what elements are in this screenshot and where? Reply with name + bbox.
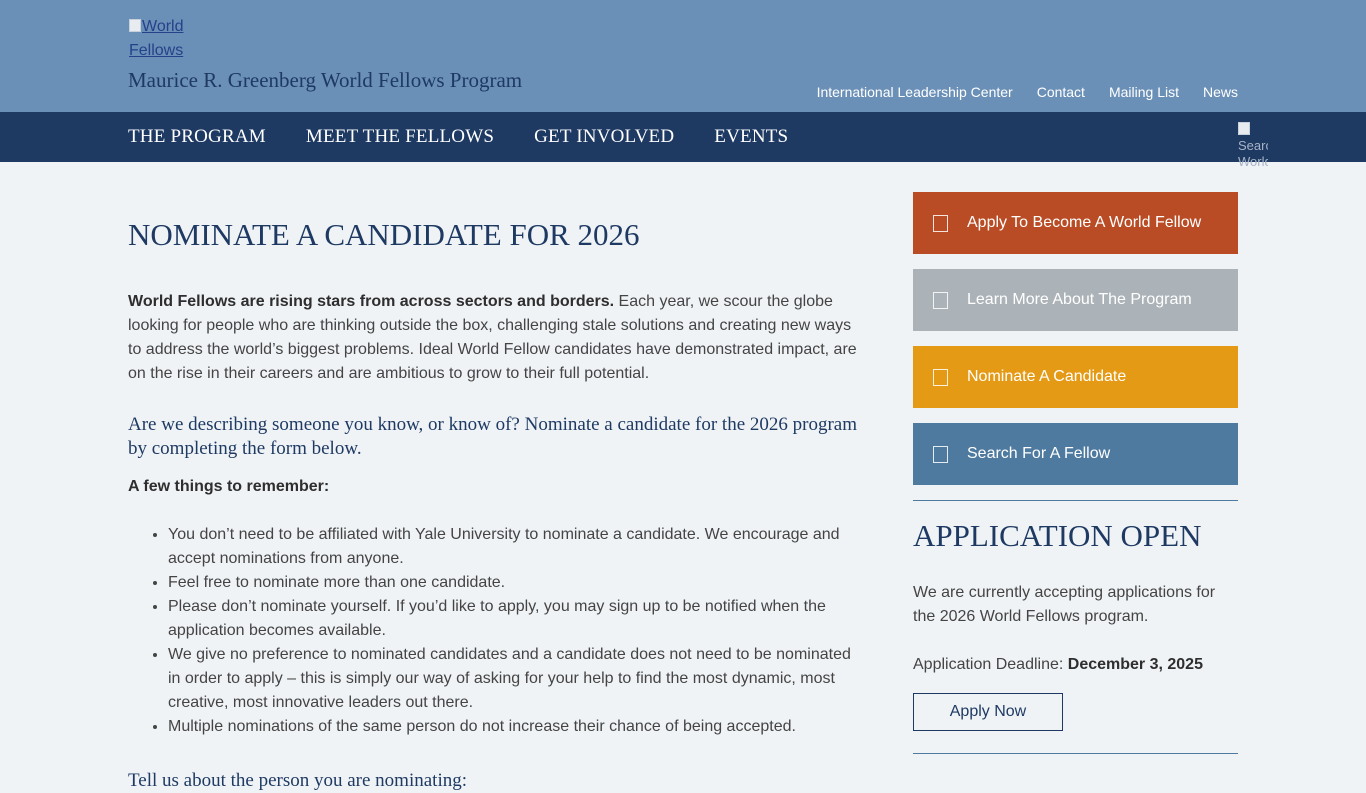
list-item: We give no preference to nominated candi… <box>168 643 860 715</box>
search-fellow-button[interactable]: Search For A Fellow <box>913 423 1238 485</box>
search-alt-text: Search World Fellows <box>1238 138 1268 172</box>
apply-now-button[interactable]: Apply Now <box>913 693 1063 731</box>
utility-link-news[interactable]: News <box>1203 84 1238 100</box>
nav-item-meet-the-fellows[interactable]: MEET THE FELLOWS <box>306 126 494 148</box>
nav-item-the-program[interactable]: THE PROGRAM <box>128 126 266 148</box>
main-content: NOMINATE A CANDIDATE FOR 2026 World Fell… <box>128 190 860 793</box>
apply-fellow-button[interactable]: Apply To Become A World Fellow <box>913 192 1238 254</box>
intro-bold: World Fellows are rising stars from acro… <box>128 293 615 310</box>
nominate-lead: Are we describing someone you know, or k… <box>128 414 857 459</box>
deadline-value: December 3, 2025 <box>1067 656 1203 673</box>
deadline-label: Application Deadline: <box>913 656 1068 673</box>
rules-list: You don’t need to be affiliated with Yal… <box>128 523 860 739</box>
application-text: We are currently accepting applications … <box>913 584 1216 625</box>
checkbox-icon <box>933 445 948 463</box>
main-nav: THE PROGRAM MEET THE FELLOWS GET INVOLVE… <box>0 112 1366 162</box>
divider <box>913 500 1238 501</box>
search-button[interactable]: Search World Fellows <box>1238 122 1268 172</box>
checkbox-icon <box>933 291 948 309</box>
list-item: Multiple nominations of the same person … <box>168 715 860 739</box>
cta-label: Search For A Fellow <box>967 445 1111 462</box>
remember-heading: A few things to remember: <box>128 478 330 495</box>
site-header: World Fellows Maurice R. Greenberg World… <box>0 0 1366 112</box>
utility-link-mailing-list[interactable]: Mailing List <box>1109 84 1179 100</box>
utility-link-leadership-center[interactable]: International Leadership Center <box>817 84 1013 100</box>
page-title: NOMINATE A CANDIDATE FOR 2026 <box>128 217 640 252</box>
checkbox-icon <box>933 368 948 386</box>
cta-label: Learn More About The Program <box>967 291 1192 308</box>
list-item: You don’t need to be affiliated with Yal… <box>168 523 860 571</box>
checkbox-icon <box>933 214 948 232</box>
list-item: Feel free to nominate more than one cand… <box>168 571 860 595</box>
main-nav-items: THE PROGRAM MEET THE FELLOWS GET INVOLVE… <box>128 126 788 148</box>
list-item: Please don’t nominate yourself. If you’d… <box>168 595 860 643</box>
application-deadline: Application Deadline: December 3, 2025 <box>913 653 1238 677</box>
utility-link-contact[interactable]: Contact <box>1037 84 1085 100</box>
cta-label: Apply To Become A World Fellow <box>967 214 1202 231</box>
learn-more-button[interactable]: Learn More About The Program <box>913 269 1238 331</box>
nav-item-events[interactable]: EVENTS <box>714 126 788 148</box>
sidebar: Apply To Become A World Fellow Learn Mor… <box>913 192 1238 754</box>
search-icon <box>1238 122 1250 135</box>
program-title[interactable]: Maurice R. Greenberg World Fellows Progr… <box>128 68 522 93</box>
broken-image-icon <box>129 19 141 32</box>
cta-label: Nominate A Candidate <box>967 368 1127 385</box>
nominate-candidate-button[interactable]: Nominate A Candidate <box>913 346 1238 408</box>
application-title: APPLICATION OPEN <box>913 518 1202 553</box>
intro-paragraph: World Fellows are rising stars from acro… <box>128 290 860 386</box>
form-heading: Tell us about the person you are nominat… <box>128 770 468 791</box>
nav-item-get-involved[interactable]: GET INVOLVED <box>534 126 674 148</box>
utility-nav: International Leadership Center Contact … <box>817 84 1238 100</box>
divider <box>913 753 1238 754</box>
site-logo[interactable]: World Fellows <box>129 15 209 63</box>
